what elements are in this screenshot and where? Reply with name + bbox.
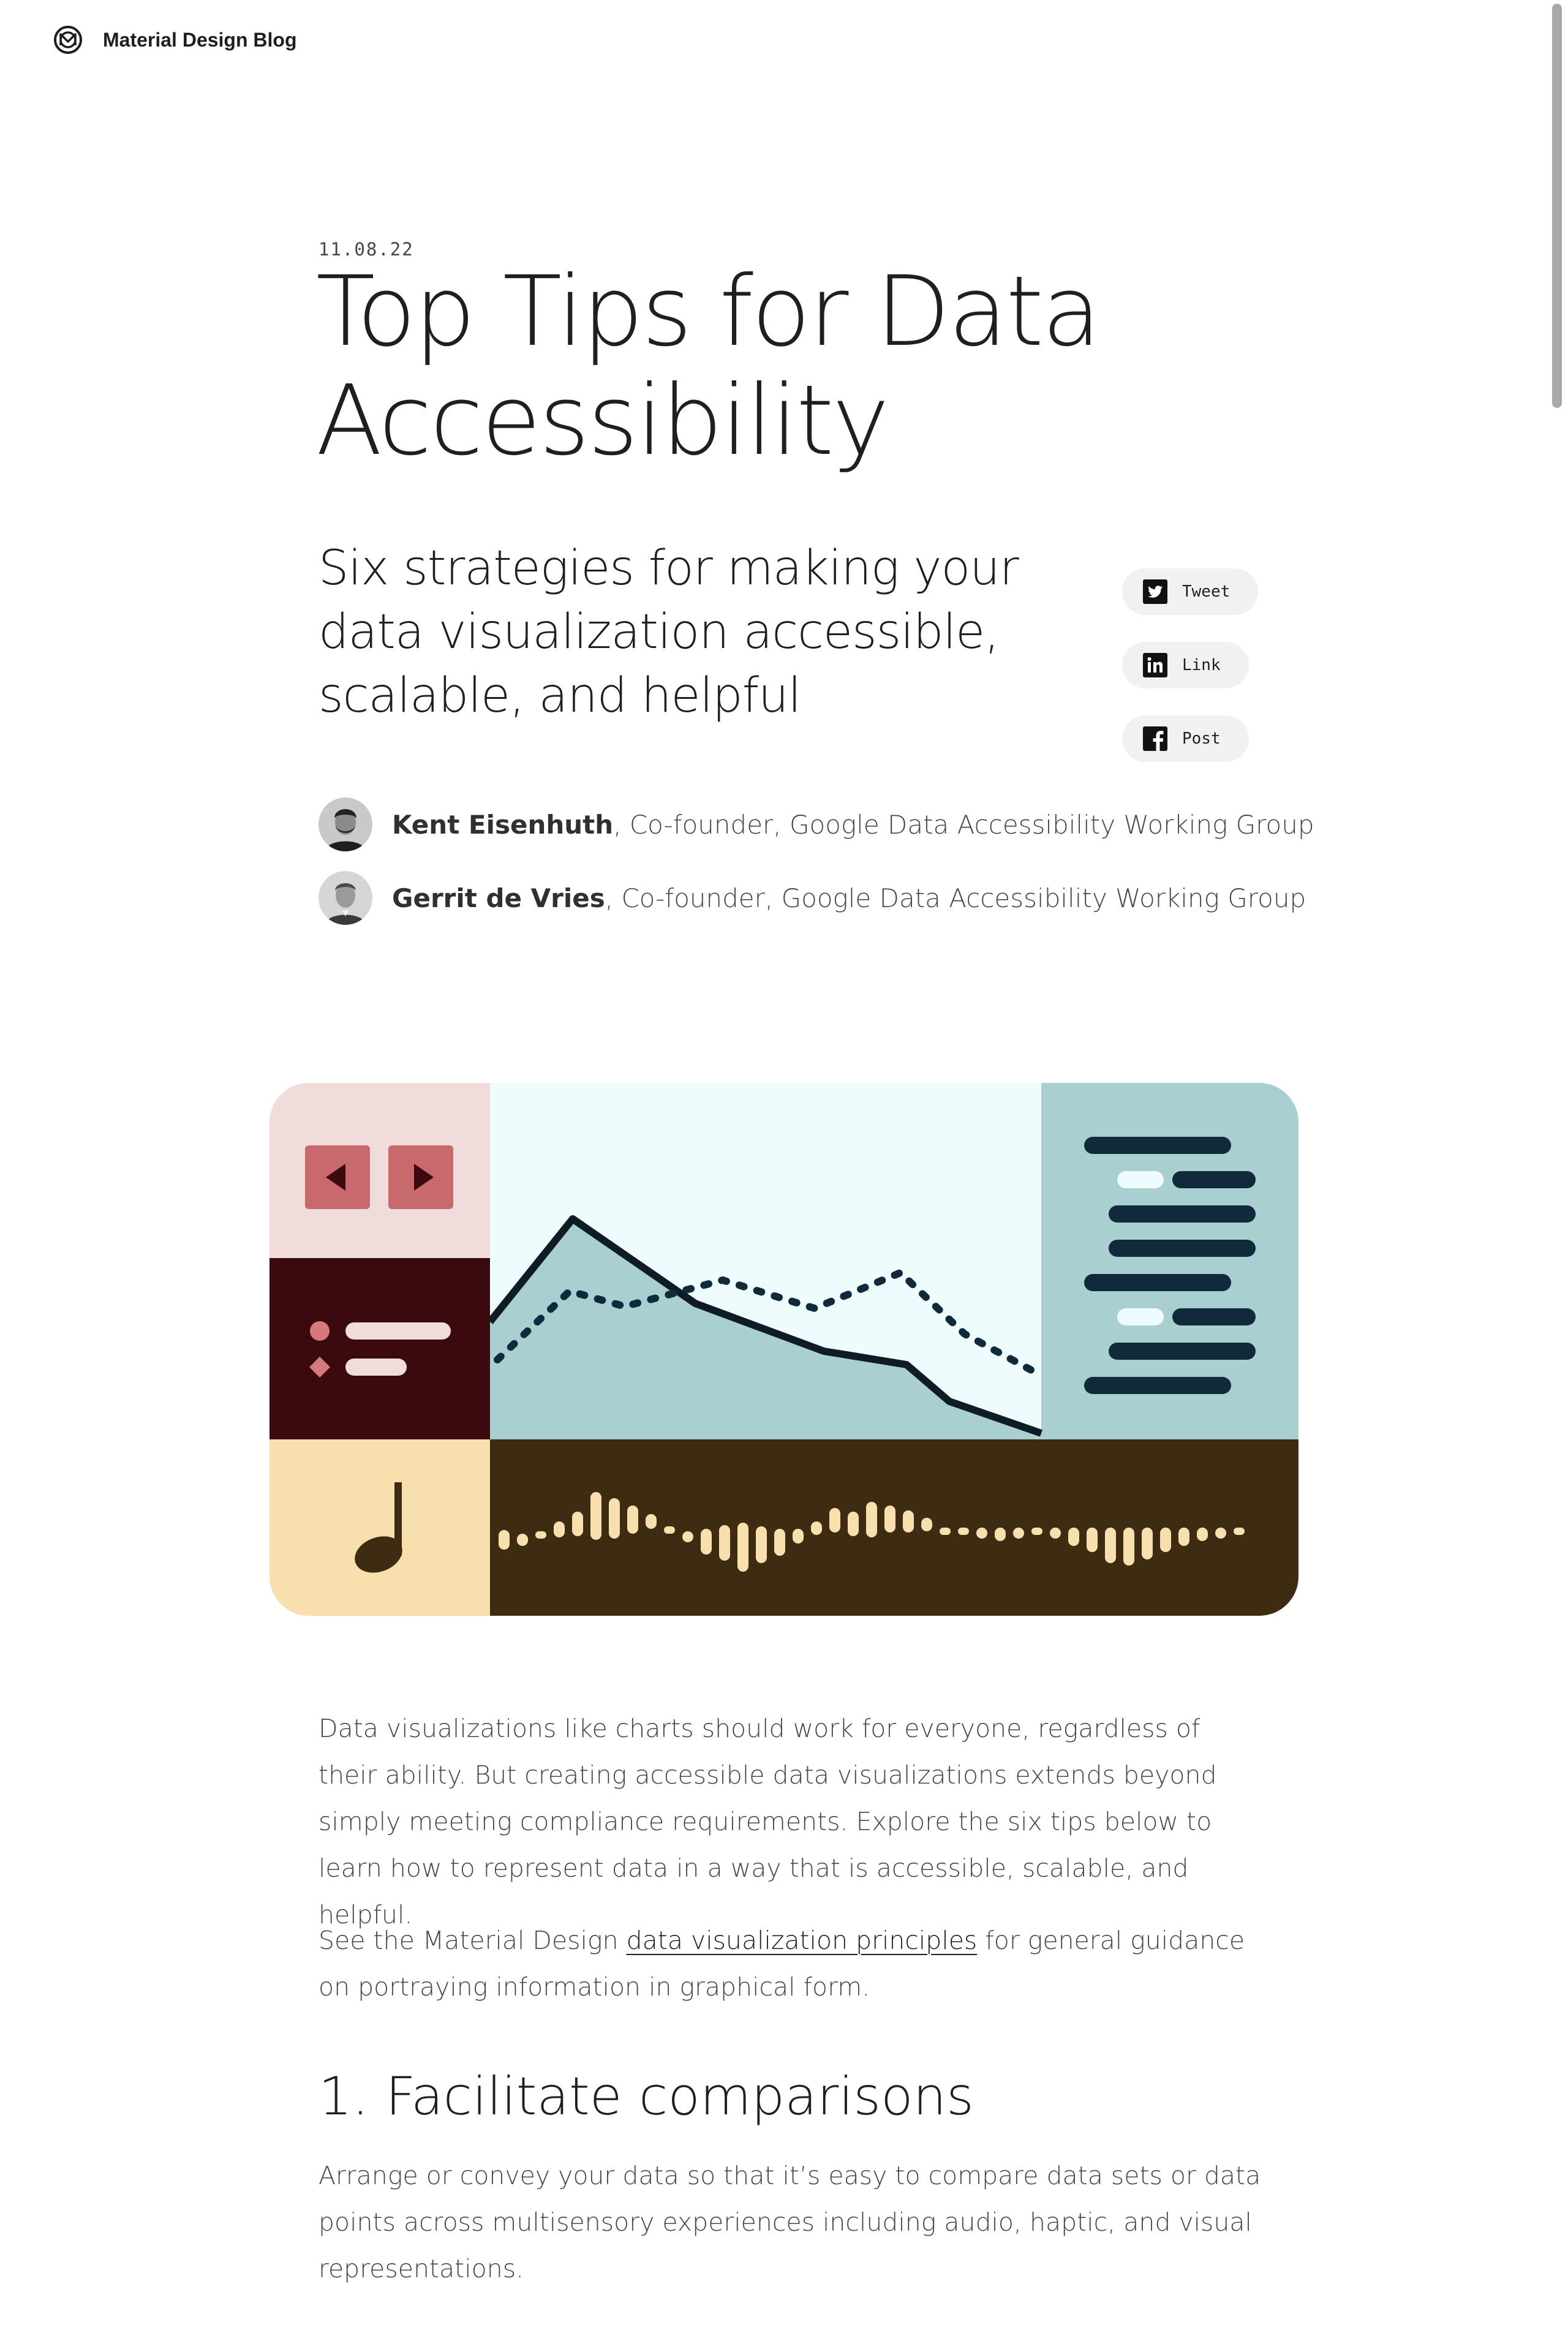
data-visualization-principles-link[interactable]: data visualization principles [627, 1926, 978, 1955]
subtitle-line: data visualization accessible, [318, 605, 1000, 660]
author-row: Gerrit de Vries, Co-founder, Google Data… [318, 871, 1306, 925]
author-row: Kent Eisenhuth, Co-founder, Google Data … [318, 797, 1314, 851]
author-credit: Kent Eisenhuth, Co-founder, Google Data … [392, 810, 1314, 840]
title-line: Top Tips for Data [316, 255, 1101, 368]
facebook-icon [1143, 726, 1167, 751]
author-avatar[interactable] [318, 797, 372, 851]
section-paragraph: Arrange or convey your data so that it’s… [318, 2161, 1261, 2283]
subtitle-line: scalable, and helpful [318, 668, 801, 723]
twitter-icon [1143, 579, 1167, 604]
scrollbar-thumb[interactable] [1552, 4, 1562, 408]
page-subtitle: Six strategies for making your data visu… [318, 537, 1054, 728]
site-header: Material Design Blog [53, 24, 297, 55]
title-line: Accessibility [316, 364, 889, 477]
material-logo-icon[interactable] [53, 24, 83, 55]
tweet-button[interactable]: Tweet [1122, 568, 1259, 615]
author-avatar[interactable] [318, 871, 372, 925]
intro-paragraph: Data visualizations like charts should w… [318, 1714, 1217, 1929]
facebook-post-button[interactable]: Post [1122, 715, 1249, 762]
author-name[interactable]: Gerrit de Vries [392, 883, 605, 913]
linkedin-share-button[interactable]: Link [1122, 642, 1249, 688]
tweet-label: Tweet [1182, 582, 1231, 601]
post-label: Post [1182, 729, 1221, 748]
guidance-text: See the Material Design [318, 1926, 627, 1955]
author-role: , Co-founder, Google Data Accessibility … [613, 809, 1314, 840]
subtitle-line: Six strategies for making your [318, 541, 1019, 596]
linkedin-icon [1143, 653, 1167, 677]
author-credit: Gerrit de Vries, Co-founder, Google Data… [392, 883, 1306, 913]
brand-name[interactable]: Material Design Blog [103, 29, 297, 51]
link-label: Link [1182, 656, 1221, 674]
guidance-paragraph: See the Material Design data visualizati… [318, 1917, 1262, 2010]
page-title: Top Tips for Data Accessibility [316, 257, 1296, 475]
section-heading: 1. Facilitate comparisons [318, 2066, 974, 2127]
hero-illustration [270, 1083, 1298, 1616]
author-name[interactable]: Kent Eisenhuth [392, 810, 613, 840]
author-role: , Co-founder, Google Data Accessibility … [605, 883, 1306, 913]
